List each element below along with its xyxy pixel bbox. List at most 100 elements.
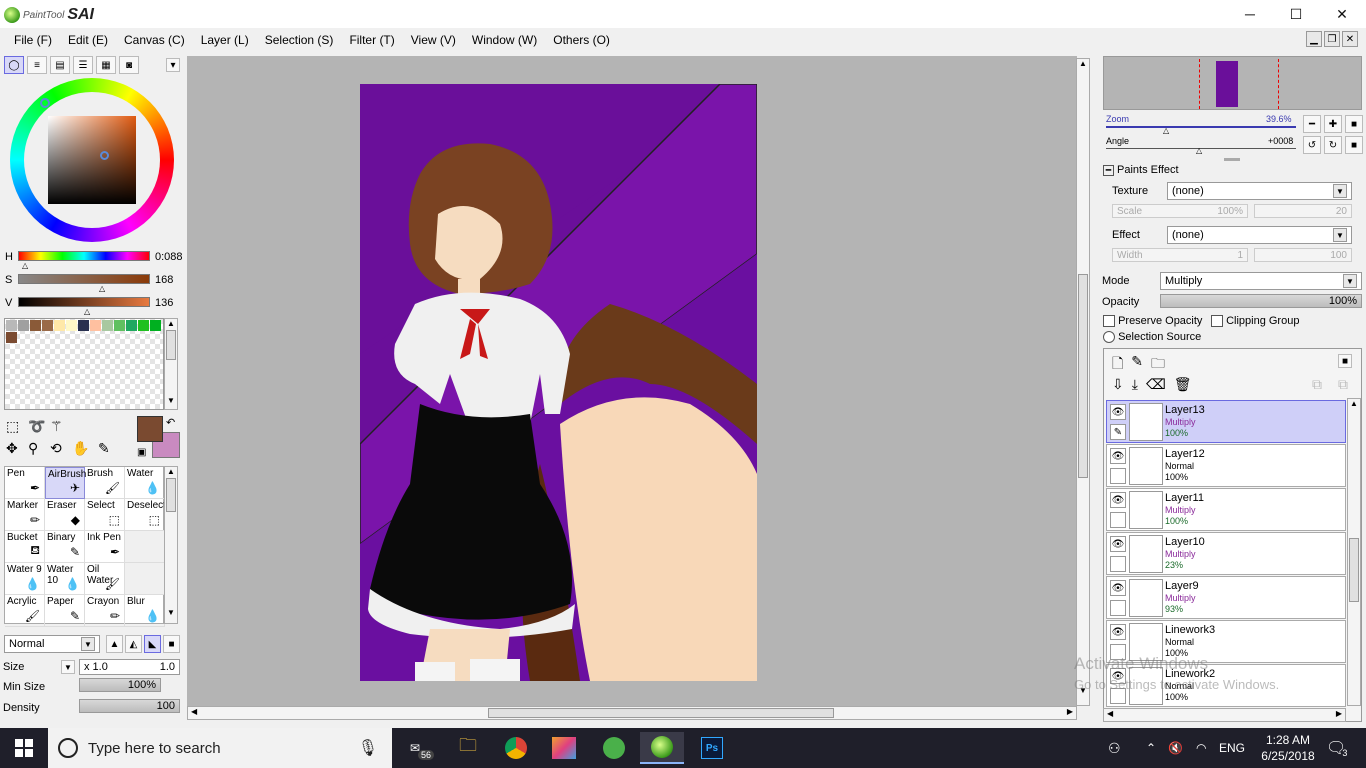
layer-mode-select[interactable]: Multiply ▼ [1160,272,1362,290]
canvas-horizontal-scrollbar[interactable]: ◀ ▶ [187,706,1077,720]
primary-color[interactable] [137,416,163,442]
menu-selection[interactable]: Selection (S) [257,33,342,47]
tool-water[interactable]: Water 💧 [125,467,165,499]
color-swatch[interactable] [138,320,149,331]
clipping-group-row[interactable]: Clipping Group [1211,315,1299,328]
preserve-opacity-checkbox[interactable] [1103,315,1115,328]
swatch-grid-icon[interactable]: ▦ [96,56,116,74]
eye-icon[interactable]: 👁 [1110,404,1126,420]
tool-scrollbar[interactable]: ▲ ▼ [164,466,178,624]
mdi-restore-icon[interactable]: ❐ [1324,31,1340,47]
navigator-preview[interactable] [1103,56,1362,110]
selection-source-radio[interactable] [1103,331,1115,344]
layer-row[interactable]: 👁 Layer12 Normal 100% [1106,444,1346,487]
clear-layer-icon[interactable]: ⌫ [1146,376,1166,393]
menu-window[interactable]: Window (W) [464,33,545,47]
size-dropdown-icon[interactable]: ▼ [61,660,75,674]
move-icon[interactable]: ✥ [6,440,28,462]
new-folder-icon[interactable]: 🗀 [1151,353,1165,377]
layer-row[interactable]: 👁 Layer11 Multiply 100% [1106,488,1346,531]
tool-paper[interactable]: Paper ✎ [45,595,85,627]
tool-blur[interactable]: Blur 💧 [125,595,165,627]
color-swatch[interactable] [66,320,77,331]
eyedropper-icon[interactable]: ✎ [98,440,110,457]
collapse-icon[interactable]: ━ [1103,165,1114,176]
color-swatch[interactable] [114,320,125,331]
density-slider[interactable]: 100 [79,699,180,713]
color-swatch[interactable] [90,320,101,331]
rect-select-icon[interactable]: ⬚ [6,418,28,440]
layer-row[interactable]: 👁 Layer10 Multiply 23% [1106,532,1346,575]
palette-list-icon[interactable]: ☰ [73,56,93,74]
zoom-out-icon[interactable]: ━ [1303,115,1321,133]
rotate-icon[interactable]: ⟲ [50,440,72,462]
mdi-close-icon[interactable]: ✕ [1342,31,1358,47]
lock-toggle[interactable] [1110,512,1126,528]
clock[interactable]: 1:28 AM 6/25/2018 [1256,728,1320,768]
paint-tool-sai-taskbar-icon[interactable] [640,732,684,764]
preserve-opacity-row[interactable]: Preserve Opacity [1103,315,1202,328]
color-swatch[interactable] [18,320,29,331]
notification-icon[interactable]: 🗨 3 [1326,728,1347,768]
panel-splitter[interactable] [1224,158,1240,161]
color-swatch[interactable] [150,320,161,331]
color-swatch[interactable] [126,320,137,331]
size-field[interactable]: x 1.0 1.0 [79,659,180,675]
opacity-slider[interactable]: 100% [1160,294,1362,308]
tool-eraser[interactable]: Eraser ◆ [45,499,85,531]
blend-mode-select[interactable]: Normal ▼ [4,635,100,653]
clipping-group-checkbox[interactable] [1211,315,1223,328]
shape-soft-icon[interactable]: ◣ [144,635,161,653]
microphone-icon[interactable]: 🎙 [358,738,378,758]
tool-binary[interactable]: Binary ✎ [45,531,85,563]
hue-slider[interactable] [18,251,150,261]
tool-ink-pen[interactable]: Ink Pen ✒ [85,531,125,563]
new-linework-layer-icon[interactable]: ✎ [1131,353,1143,377]
layer-scrollbar[interactable]: ▲ [1347,398,1361,706]
rotate-left-icon[interactable]: ↺ [1303,136,1321,154]
min-size-slider[interactable]: 100% [79,678,161,692]
scratchpad-icon[interactable]: ◙ [119,56,139,74]
mail-app-icon[interactable]: ✉ 56 [400,732,444,764]
color-swatch[interactable] [6,320,17,331]
hand-icon[interactable]: ✋ [72,440,94,462]
shape-flat-icon[interactable]: ■ [163,635,180,653]
panel-menu-icon[interactable]: ▾ [166,58,180,72]
tool-marker[interactable]: Marker ✏ [5,499,45,531]
tool-pen[interactable]: Pen ✒ [5,467,45,499]
eye-icon[interactable]: 👁 [1110,580,1126,596]
new-layer-icon[interactable]: 🗋 [1112,353,1123,377]
menu-others[interactable]: Others (O) [545,33,618,47]
minimize-button[interactable]: ─ [1227,0,1273,28]
shape-medium-icon[interactable]: ◭ [125,635,142,653]
swatch-scrollbar[interactable]: ▲ ▼ [164,318,178,410]
green-app-icon[interactable] [592,732,636,764]
menu-layer[interactable]: Layer (L) [193,33,257,47]
volume-muted-icon[interactable]: 🔇 [1168,728,1183,768]
shape-sharp-icon[interactable]: ▲ [106,635,123,653]
file-explorer-icon[interactable]: 🗀 [446,732,490,764]
layer-horizontal-scrollbar[interactable]: ◀ ▶ [1103,708,1346,722]
color-swatch[interactable] [54,320,65,331]
rotate-reset-icon[interactable]: ■ [1345,136,1363,154]
eye-icon[interactable]: 👁 [1110,448,1126,464]
canvas-vertical-scrollbar[interactable]: ▲ ▼ [1076,58,1090,706]
color-swatch[interactable] [78,320,89,331]
lasso-icon[interactable]: ➰ [28,418,50,440]
color-swatch[interactable] [102,320,113,331]
transfer-down-icon[interactable]: ⇩ [1112,376,1124,393]
tool-bucket[interactable]: Bucket ⛾ [5,531,45,563]
lock-toggle[interactable] [1110,600,1126,616]
saturation-slider[interactable] [18,274,150,284]
effect-select[interactable]: (none) ▼ [1167,226,1352,244]
color-swatch[interactable] [30,320,41,331]
close-button[interactable]: ✕ [1319,0,1365,28]
photo-app-icon[interactable] [542,732,586,764]
photoshop-icon[interactable]: Ps [690,732,734,764]
start-button[interactable] [0,728,48,768]
zoom-in-icon[interactable]: ✚ [1324,115,1342,133]
chrome-icon[interactable] [494,732,538,764]
color-swatch[interactable] [42,320,53,331]
zoom-icon[interactable]: ⚲ [28,440,50,462]
menu-file[interactable]: File (F) [6,33,60,47]
